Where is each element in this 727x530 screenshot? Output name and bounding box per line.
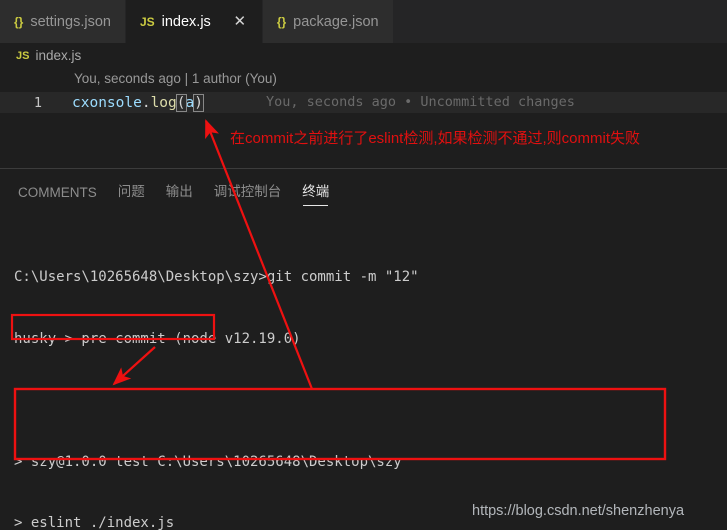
- js-file-icon: JS: [139, 14, 155, 29]
- code-text[interactable]: cxonsole.log(a): [72, 94, 204, 112]
- text-cursor: [202, 94, 204, 110]
- git-codelens[interactable]: You, seconds ago | 1 author (You): [74, 71, 277, 86]
- code-token-argument: a: [185, 95, 195, 111]
- code-token-paren-close: ): [193, 94, 204, 112]
- panel-tab-label: 问题: [117, 184, 145, 199]
- terminal-line: > szy@1.0.0 test C:\Users\10265648\Deskt…: [14, 453, 402, 470]
- code-editor[interactable]: You, seconds ago | 1 author (You) 1 cxon…: [0, 68, 727, 163]
- code-token-paren-open: (: [175, 94, 187, 112]
- tab-package-json[interactable]: {} package.json: [262, 0, 394, 43]
- watermark: https://blog.csdn.net/shenzhenya: [472, 503, 685, 519]
- editor-tab-bar: {} settings.json JS index.js ✕ {} packag…: [0, 0, 727, 43]
- terminal-line: C:\Users\10265648\Desktop\szy>git commit…: [14, 269, 419, 285]
- js-file-icon: JS: [16, 49, 30, 62]
- panel-tab-label: 调试控制台: [213, 184, 282, 199]
- panel-tab-label: COMMENTS: [18, 185, 97, 200]
- panel-tab-bar: COMMENTS 问题 输出 调试控制台 终端: [0, 169, 727, 209]
- json-braces-icon: {}: [276, 14, 287, 29]
- panel-tab-terminal[interactable]: 终端: [302, 180, 329, 209]
- breadcrumb-label[interactable]: index.js: [35, 48, 81, 63]
- tab-label: settings.json: [30, 13, 111, 30]
- inline-blame-annotation: You, seconds ago • Uncommitted changes: [266, 94, 575, 110]
- code-token-function: log: [150, 95, 177, 111]
- panel-tab-output[interactable]: 输出: [166, 180, 193, 209]
- bottom-panel: COMMENTS 问题 输出 调试控制台 终端 C:\Users\1026564…: [0, 168, 727, 530]
- tab-label: package.json: [293, 13, 379, 30]
- code-token-identifier: cxonsole: [72, 95, 142, 111]
- panel-tab-label: 输出: [165, 184, 193, 199]
- breadcrumb[interactable]: JS index.js: [0, 43, 727, 68]
- line-number: 1: [33, 94, 42, 111]
- annotation-note: 在commit之前进行了eslint检测,如果检测不通过,则commit失败: [230, 130, 641, 147]
- panel-tab-debug-console[interactable]: 调试控制台: [214, 180, 282, 209]
- terminal-line: husky > pre-commit (node v12.19.0): [14, 330, 301, 347]
- tab-label: index.js: [161, 13, 211, 30]
- panel-tab-problems[interactable]: 问题: [118, 180, 145, 209]
- json-braces-icon: {}: [14, 14, 24, 29]
- tab-index-js[interactable]: JS index.js ✕: [125, 0, 263, 43]
- panel-tab-comments[interactable]: COMMENTS: [18, 185, 97, 209]
- panel-tab-label: 终端: [302, 184, 330, 199]
- terminal-output[interactable]: C:\Users\10265648\Desktop\szy>git commit…: [0, 214, 727, 530]
- vscode-window: {} settings.json JS index.js ✕ {} packag…: [0, 0, 727, 530]
- close-icon[interactable]: ✕: [232, 14, 248, 29]
- code-token-dot: .: [141, 95, 151, 111]
- tab-settings-json[interactable]: {} settings.json: [0, 0, 126, 43]
